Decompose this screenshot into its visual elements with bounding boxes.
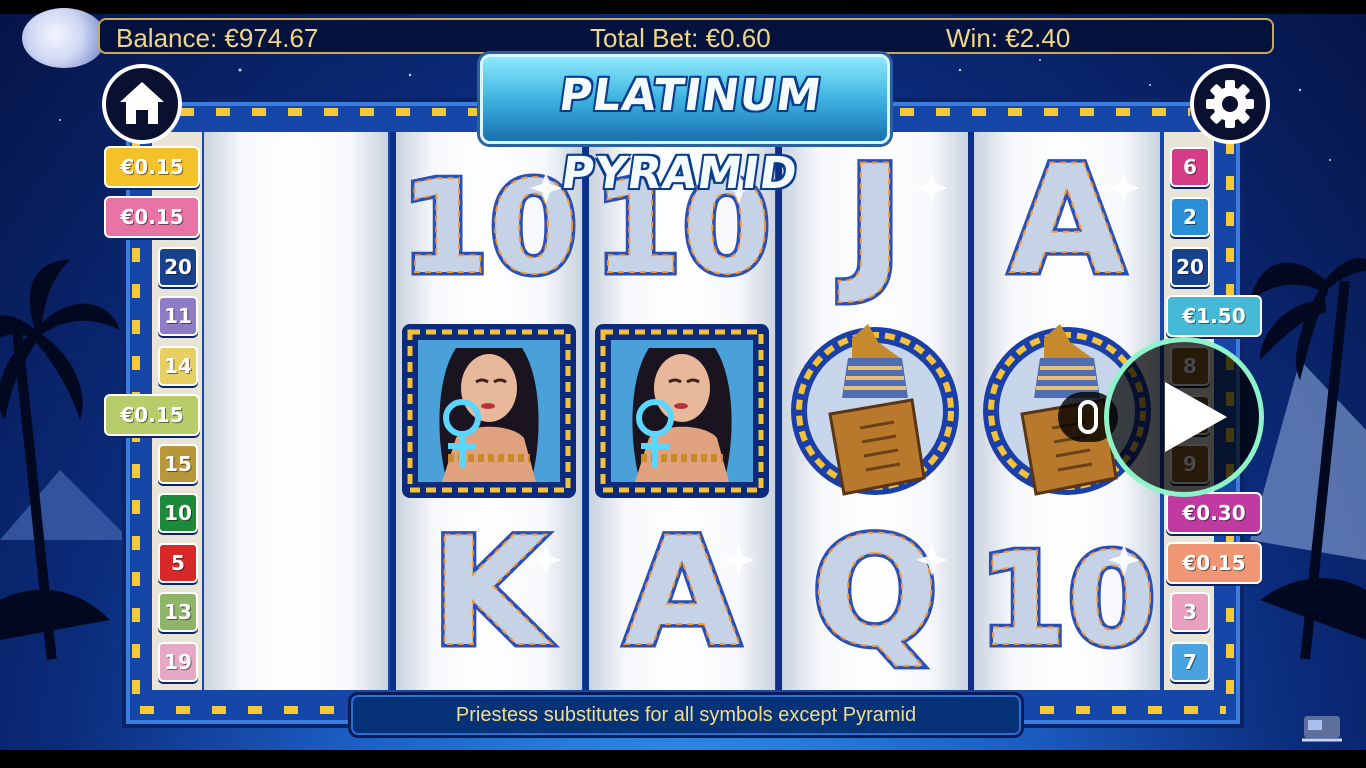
win-display: Win: €2.40 xyxy=(946,23,1071,53)
symbol-canopic-jar xyxy=(782,318,968,504)
payline-badge: €0.15 xyxy=(104,146,200,188)
payline-badge: €0.15 xyxy=(104,196,200,238)
watermark-logo xyxy=(1302,716,1342,742)
play-icon xyxy=(1165,382,1227,452)
symbol-A: A A xyxy=(589,503,775,690)
payline-badge: 14 xyxy=(158,346,198,386)
payline-badge: 7 xyxy=(1170,642,1210,682)
balance-display: Balance: €974.67 xyxy=(116,23,319,53)
game-logo: PLATINUM PYRAMID xyxy=(480,54,890,199)
symbol-blank xyxy=(204,504,390,690)
spin-button[interactable] xyxy=(1104,337,1264,497)
symbol-blank xyxy=(204,318,390,504)
symbol-Q: Q Q xyxy=(782,503,968,690)
payline-badge: €0.30 xyxy=(1166,492,1262,534)
payline-badge: 11 xyxy=(158,296,198,336)
svg-text:10: 10 xyxy=(978,526,1156,675)
payline-badge: 10 xyxy=(158,493,198,533)
moon xyxy=(22,8,106,68)
payline-badge: 3 xyxy=(1170,592,1210,632)
symbol-A: A A xyxy=(974,131,1160,318)
symbol-K: K K xyxy=(396,503,582,690)
svg-text:K: K xyxy=(431,506,552,680)
message-bar: Priestess substitutes for all symbols ex… xyxy=(348,692,1024,738)
payline-badge: 15 xyxy=(158,444,198,484)
game-logo-text: PLATINUM PYRAMID xyxy=(556,70,825,199)
gear-icon xyxy=(1206,80,1254,128)
payline-badge: 2 xyxy=(1170,197,1210,237)
payline-badge: 6 xyxy=(1170,147,1210,187)
payline-badge: 5 xyxy=(158,543,198,583)
message-text: Priestess substitutes for all symbols ex… xyxy=(455,704,917,726)
info-bar: Balance: €974.67 Total Bet: €0.60 Win: €… xyxy=(98,18,1274,54)
payline-badge: €0.15 xyxy=(1166,542,1262,584)
svg-text:A: A xyxy=(1009,134,1125,308)
symbol-priestess xyxy=(589,318,775,504)
payline-badge: 19 xyxy=(158,642,198,682)
svg-text:Q: Q xyxy=(811,506,939,680)
symbol-10: 10 10 xyxy=(974,504,1160,690)
payline-badge: 20 xyxy=(1170,247,1210,287)
game-stage: Balance: €974.67 Total Bet: €0.60 Win: €… xyxy=(0,0,1366,768)
svg-text:A: A xyxy=(624,506,740,680)
symbol-blank xyxy=(204,132,390,318)
symbol-priestess xyxy=(396,318,582,504)
letterbox-bottom xyxy=(0,750,1366,768)
payline-badge: €1.50 xyxy=(1166,295,1262,337)
total-bet-display: Total Bet: €0.60 xyxy=(590,23,771,53)
settings-button[interactable] xyxy=(1190,64,1270,144)
payline-badge: 13 xyxy=(158,592,198,632)
home-button[interactable] xyxy=(102,64,182,144)
home-icon xyxy=(120,82,164,124)
payline-badge: €0.15 xyxy=(104,394,200,436)
payline-badge: 20 xyxy=(158,247,198,287)
